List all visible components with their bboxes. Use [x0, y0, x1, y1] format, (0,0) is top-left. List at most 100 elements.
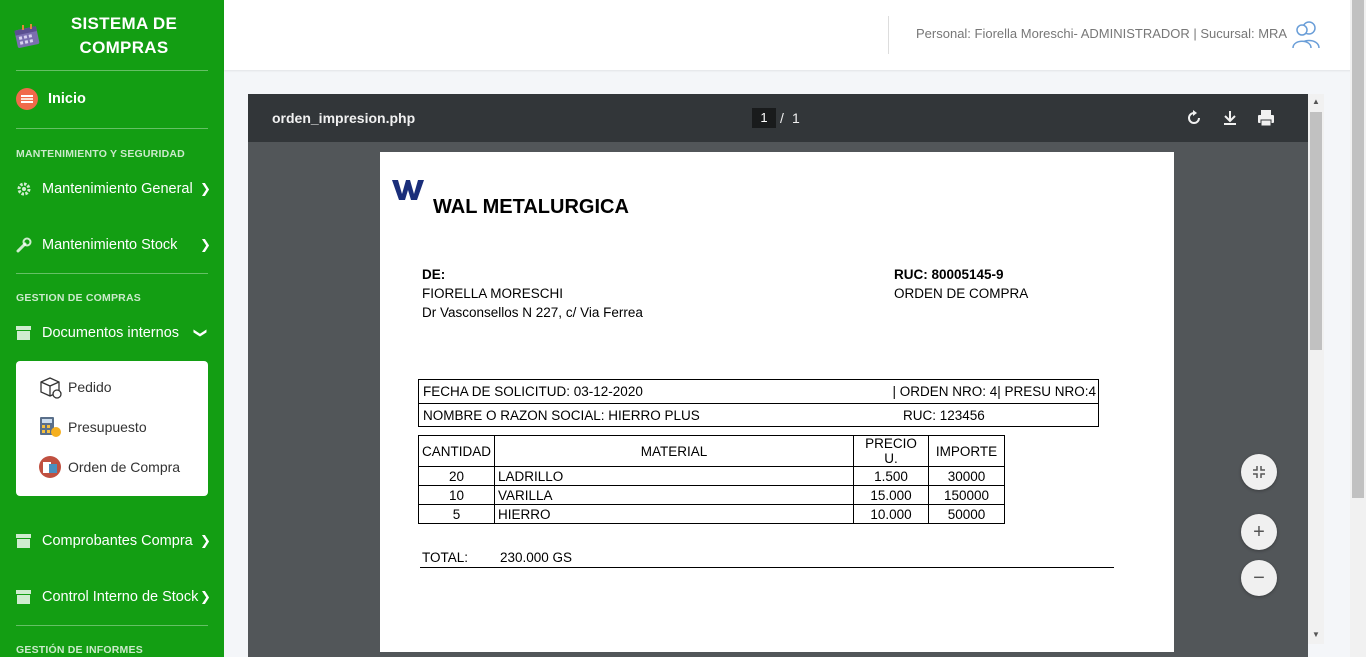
nav-mantenimiento-general[interactable]: Mantenimiento General ❯ [0, 171, 224, 207]
cell-material: LADRILLO [494, 466, 855, 486]
archive-icon [16, 590, 42, 604]
column-header: PRECIO U. [853, 435, 930, 467]
chevron-right-icon: ❯ [200, 181, 211, 196]
brand-title: SISTEMA DE COMPRAS [56, 12, 192, 60]
from-label: DE: [422, 267, 446, 282]
submenu-pedido-label: Pedido [68, 379, 112, 395]
zoom-in-button[interactable]: + [1241, 514, 1277, 550]
cell-unit-price: 15.000 [853, 485, 930, 505]
total-rule [420, 567, 1114, 568]
nav-inicio-label: Inicio [48, 91, 86, 107]
page-total: 1 [792, 110, 800, 126]
request-date: FECHA DE SOLICITUD: 03-12-2020 [423, 384, 643, 399]
zoom-out-icon: − [1253, 566, 1265, 589]
company-name: WAL METALURGICA [433, 196, 629, 218]
zoom-in-icon: + [1253, 520, 1265, 543]
user-avatar-icon[interactable] [1290, 18, 1322, 50]
documentos-submenu: Pedido Presupuesto Orden de Compra [16, 361, 208, 496]
supplier-name: NOMBRE O RAZON SOCIAL: HIERRO PLUS [423, 408, 700, 423]
nav-documentos-internos[interactable]: Documentos internos ❯ [0, 315, 224, 351]
brand[interactable]: SISTEMA DE COMPRAS [0, 0, 224, 70]
pdf-filename: orden_impresion.php [272, 110, 416, 126]
cell-quantity: 20 [417, 466, 496, 486]
user-info[interactable]: Personal: Fiorella Moreschi- ADMINISTRAD… [916, 26, 1287, 41]
sidebar: SISTEMA DE COMPRAS Inicio MANTENIMIENTO … [0, 0, 224, 657]
from-name: FIORELLA MORESCHI [422, 286, 564, 301]
cell-material: HIERRO [494, 504, 855, 524]
column-header: CANTIDAD [417, 435, 496, 467]
scroll-up-arrow-icon[interactable]: ▲ [1311, 97, 1321, 106]
items-table: CANTIDAD MATERIAL PRECIO U. IMPORTE 20 L… [417, 435, 1006, 524]
page-separator: / [780, 110, 784, 126]
submenu-pedido[interactable]: Pedido [38, 374, 112, 400]
pdf-toolbar: orden_impresion.php 1 / 1 [248, 94, 1308, 142]
nav-comprobantes-label: Comprobantes Compra [42, 533, 193, 549]
divider [16, 625, 208, 626]
cell-unit-price: 1.500 [853, 466, 930, 486]
company-logo [392, 180, 424, 200]
cell-amount: 50000 [928, 504, 1006, 524]
zoom-out-button[interactable]: − [1241, 560, 1277, 596]
nav-mantenimiento-stock[interactable]: Mantenimiento Stock ❯ [0, 227, 224, 263]
gear-icon [16, 181, 42, 197]
nav-control-stock[interactable]: Control Interno de Stock ❯ [0, 579, 224, 615]
divider [16, 273, 208, 274]
nav-mantenimiento-stock-label: Mantenimiento Stock [42, 237, 178, 253]
submenu-orden-compra[interactable]: Orden de Compra [38, 454, 180, 480]
items-header-row: CANTIDAD MATERIAL PRECIO U. IMPORTE [417, 435, 1006, 467]
section-gestion-compras: GESTION DE COMPRAS [16, 292, 141, 304]
archive-icon [16, 326, 42, 340]
home-icon [16, 88, 42, 110]
total-value: 230.000 GS [500, 550, 573, 565]
section-gestion-informes: GESTIÓN DE INFORMES [16, 644, 143, 656]
package-icon [40, 377, 62, 399]
page-scroll-thumb[interactable] [1352, 0, 1364, 498]
topbar-divider [888, 16, 889, 54]
nav-comprobantes-compra[interactable]: Comprobantes Compra ❯ [0, 523, 224, 559]
download-icon[interactable] [1220, 108, 1240, 128]
pdf-page: WAL METALURGICA DE: FIORELLA MORESCHI Dr… [380, 152, 1174, 652]
header-row: NOMBRE O RAZON SOCIAL: HIERRO PLUS RUC: … [419, 403, 1098, 426]
section-mantenimiento: MANTENIMIENTO Y SEGURIDAD [16, 148, 185, 160]
scroll-down-arrow-icon[interactable]: ▼ [1311, 630, 1321, 639]
nav-documentos-internos-label: Documentos internos [42, 325, 180, 341]
page-number-input[interactable]: 1 [752, 108, 776, 128]
viewer-scroll-thumb[interactable] [1310, 112, 1322, 350]
submenu-orden-compra-label: Orden de Compra [68, 459, 181, 475]
print-icon[interactable] [1256, 108, 1276, 128]
chevron-down-icon: ❯ [193, 327, 209, 339]
divider [16, 70, 208, 71]
chevron-right-icon: ❯ [200, 237, 211, 252]
cell-quantity: 5 [417, 504, 496, 524]
company-ruc: RUC: 80005145-9 [894, 267, 1004, 282]
wrench-icon [16, 237, 42, 253]
cell-quantity: 10 [417, 485, 496, 505]
chevron-right-icon: ❯ [200, 533, 211, 548]
column-header: IMPORTE [928, 435, 1006, 467]
archive-icon [16, 534, 42, 548]
topbar: Personal: Fiorella Moreschi- ADMINISTRAD… [224, 0, 1366, 70]
order-numbers: | ORDEN NRO: 4| PRESU NRO:4 [892, 384, 1096, 399]
table-row: 20 LADRILLO 1.500 30000 [417, 466, 1006, 486]
from-address: Dr Vasconsellos N 227, c/ Via Ferrea [422, 305, 643, 320]
document-type: ORDEN DE COMPRA [894, 286, 1029, 301]
nav-inicio[interactable]: Inicio [0, 81, 224, 117]
nav-control-stock-label: Control Interno de Stock [42, 589, 199, 605]
table-row: 10 VARILLA 15.000 150000 [417, 485, 1006, 505]
fit-page-icon [1253, 466, 1265, 478]
table-row: 5 HIERRO 10.000 50000 [417, 504, 1006, 524]
header-table: FECHA DE SOLICITUD: 03-12-2020 | ORDEN N… [418, 379, 1099, 427]
rotate-icon[interactable] [1184, 108, 1204, 128]
fit-page-button[interactable] [1241, 454, 1277, 490]
calendar-logo-icon [14, 24, 40, 48]
cell-amount: 150000 [928, 485, 1006, 505]
cell-material: VARILLA [494, 485, 855, 505]
divider [16, 128, 208, 129]
supplier-ruc: RUC: 123456 [903, 408, 985, 423]
calculator-icon [40, 417, 61, 437]
cell-amount: 30000 [928, 466, 1006, 486]
header-row: FECHA DE SOLICITUD: 03-12-2020 | ORDEN N… [419, 380, 1098, 403]
column-header: MATERIAL [494, 435, 855, 467]
submenu-presupuesto-label: Presupuesto [68, 419, 147, 435]
submenu-presupuesto[interactable]: Presupuesto [38, 414, 147, 440]
